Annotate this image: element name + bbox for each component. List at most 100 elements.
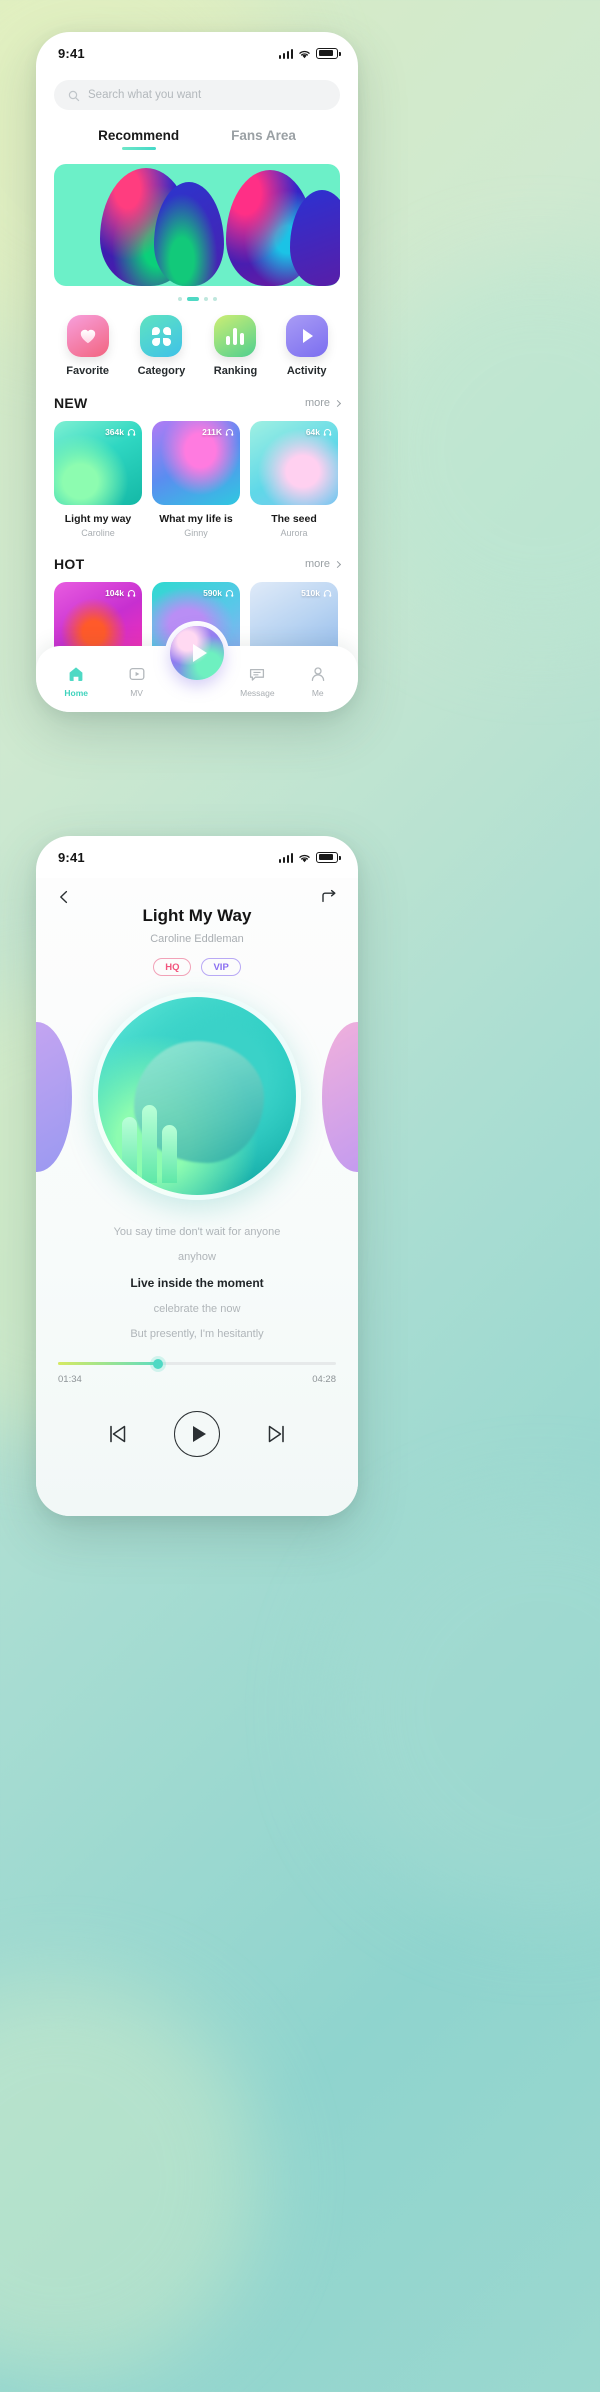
quality-badges: HQ VIP	[36, 958, 358, 976]
home-icon	[67, 665, 85, 683]
player-header	[36, 878, 358, 906]
quick-action-favorite[interactable]: Favorite	[66, 315, 109, 377]
status-bar: 9:41	[36, 836, 358, 878]
song-artwork: 364k	[54, 421, 142, 505]
album-art-current[interactable]	[93, 992, 301, 1200]
badge-vip[interactable]: VIP	[201, 958, 241, 976]
background-blob	[330, 1500, 600, 1920]
song-artist: Caroline	[81, 528, 115, 538]
quick-action-category[interactable]: Category	[138, 315, 185, 377]
song-artwork: 64k	[250, 421, 338, 505]
lyric-line: celebrate the now	[153, 1303, 241, 1315]
section-header-new: NEW more	[54, 395, 342, 411]
more-button-new[interactable]: more	[305, 397, 342, 409]
transport-controls	[36, 1411, 358, 1457]
banner-carousel[interactable]	[54, 164, 340, 286]
album-art-previous[interactable]	[36, 1022, 72, 1172]
play-count: 364k	[105, 427, 136, 437]
lyric-line: anyhow	[178, 1251, 216, 1263]
battery-icon	[316, 851, 341, 863]
chevron-right-icon	[333, 560, 342, 568]
carousel-dot[interactable]	[212, 297, 217, 301]
quick-action-label: Ranking	[213, 365, 258, 377]
play-count: 64k	[306, 427, 332, 437]
play-icon	[192, 1426, 206, 1442]
section-title: HOT	[54, 556, 85, 572]
person-icon	[309, 665, 327, 683]
play-count: 590k	[203, 588, 234, 598]
song-card[interactable]: 364k Light my way Caroline	[54, 421, 142, 538]
play-icon	[192, 644, 207, 662]
share-arrow-icon[interactable]	[320, 888, 338, 906]
carousel-dot[interactable]	[203, 297, 208, 301]
play-count-value: 211K	[202, 427, 222, 437]
player-body: Light My Way Caroline Eddleman HQ VIP Yo…	[36, 878, 358, 1516]
play-count: 211K	[202, 427, 234, 437]
song-title: What my life is	[159, 513, 233, 525]
song-artist: Aurora	[280, 528, 308, 538]
quick-action-activity[interactable]: Activity	[285, 315, 328, 377]
background-blob	[0, 1980, 260, 2380]
search-bar[interactable]	[54, 80, 340, 110]
headphones-icon	[127, 428, 136, 437]
background-blob	[350, 260, 600, 640]
headphones-icon	[323, 589, 332, 598]
chevron-left-icon[interactable]	[56, 889, 72, 905]
status-bar: 9:41	[36, 32, 358, 74]
nav-item-home[interactable]: Home	[50, 653, 102, 698]
quick-action-label: Activity	[286, 365, 327, 377]
song-title: The seed	[271, 513, 317, 525]
player-song-artist: Caroline Eddleman	[150, 933, 244, 945]
badge-hq[interactable]: HQ	[153, 958, 192, 976]
wifi-icon	[298, 49, 311, 59]
progress-section: 01:34 04:28	[58, 1358, 336, 1385]
progress-fill	[58, 1362, 159, 1365]
progress-knob[interactable]	[153, 1358, 164, 1369]
carousel-dot[interactable]	[177, 297, 182, 301]
status-icons	[278, 47, 341, 59]
play-badge-icon	[285, 315, 328, 357]
nav-label: Me	[311, 687, 324, 698]
nav-item-mv[interactable]: MV	[111, 653, 163, 698]
play-button[interactable]	[174, 1411, 220, 1457]
album-art-shape	[118, 1092, 205, 1184]
quick-action-ranking[interactable]: Ranking	[214, 315, 257, 377]
status-time: 9:41	[58, 45, 85, 61]
chevron-right-icon	[333, 399, 342, 407]
next-button[interactable]	[264, 1421, 290, 1447]
nav-label: MV	[130, 687, 143, 698]
quick-actions: Favorite Category Ranking Activity	[52, 315, 342, 377]
previous-button[interactable]	[104, 1421, 130, 1447]
more-button-hot[interactable]: more	[304, 558, 342, 570]
status-time: 9:41	[58, 849, 85, 865]
message-icon	[248, 665, 266, 683]
song-title: Light my way	[64, 513, 132, 525]
song-artwork: 211K	[152, 421, 240, 505]
song-card[interactable]: 64k The seed Aurora	[250, 421, 338, 538]
song-card[interactable]: 211K What my life is Ginny	[152, 421, 240, 538]
lyrics-panel: You say time don't wait for anyone anyho…	[36, 1226, 358, 1340]
tab-fans-area[interactable]: Fans Area	[231, 128, 296, 150]
nav-item-me[interactable]: Me	[292, 653, 344, 698]
tab-recommend[interactable]: Recommend	[98, 128, 179, 150]
album-art-carousel	[36, 992, 358, 1208]
more-label: more	[304, 558, 330, 570]
battery-icon	[316, 47, 341, 59]
lyric-line: But presently, I'm hesitantly	[130, 1328, 264, 1340]
headphones-icon	[127, 589, 136, 598]
signal-bars-icon	[278, 852, 293, 863]
play-count-value: 64k	[305, 427, 320, 437]
play-count-value: 364k	[105, 427, 124, 437]
nav-label: Message	[240, 687, 275, 698]
album-art-next[interactable]	[322, 1022, 358, 1172]
play-count: 104k	[105, 588, 136, 598]
floating-play-button[interactable]	[170, 626, 224, 680]
section-title: NEW	[54, 395, 88, 411]
carousel-dots[interactable]	[36, 297, 358, 301]
nav-item-message[interactable]: Message	[231, 653, 283, 698]
progress-bar[interactable]	[58, 1358, 336, 1369]
carousel-dot-active[interactable]	[186, 297, 199, 301]
status-icons	[278, 851, 341, 863]
home-tabs: Recommend Fans Area	[36, 128, 358, 150]
search-input[interactable]	[88, 89, 326, 101]
